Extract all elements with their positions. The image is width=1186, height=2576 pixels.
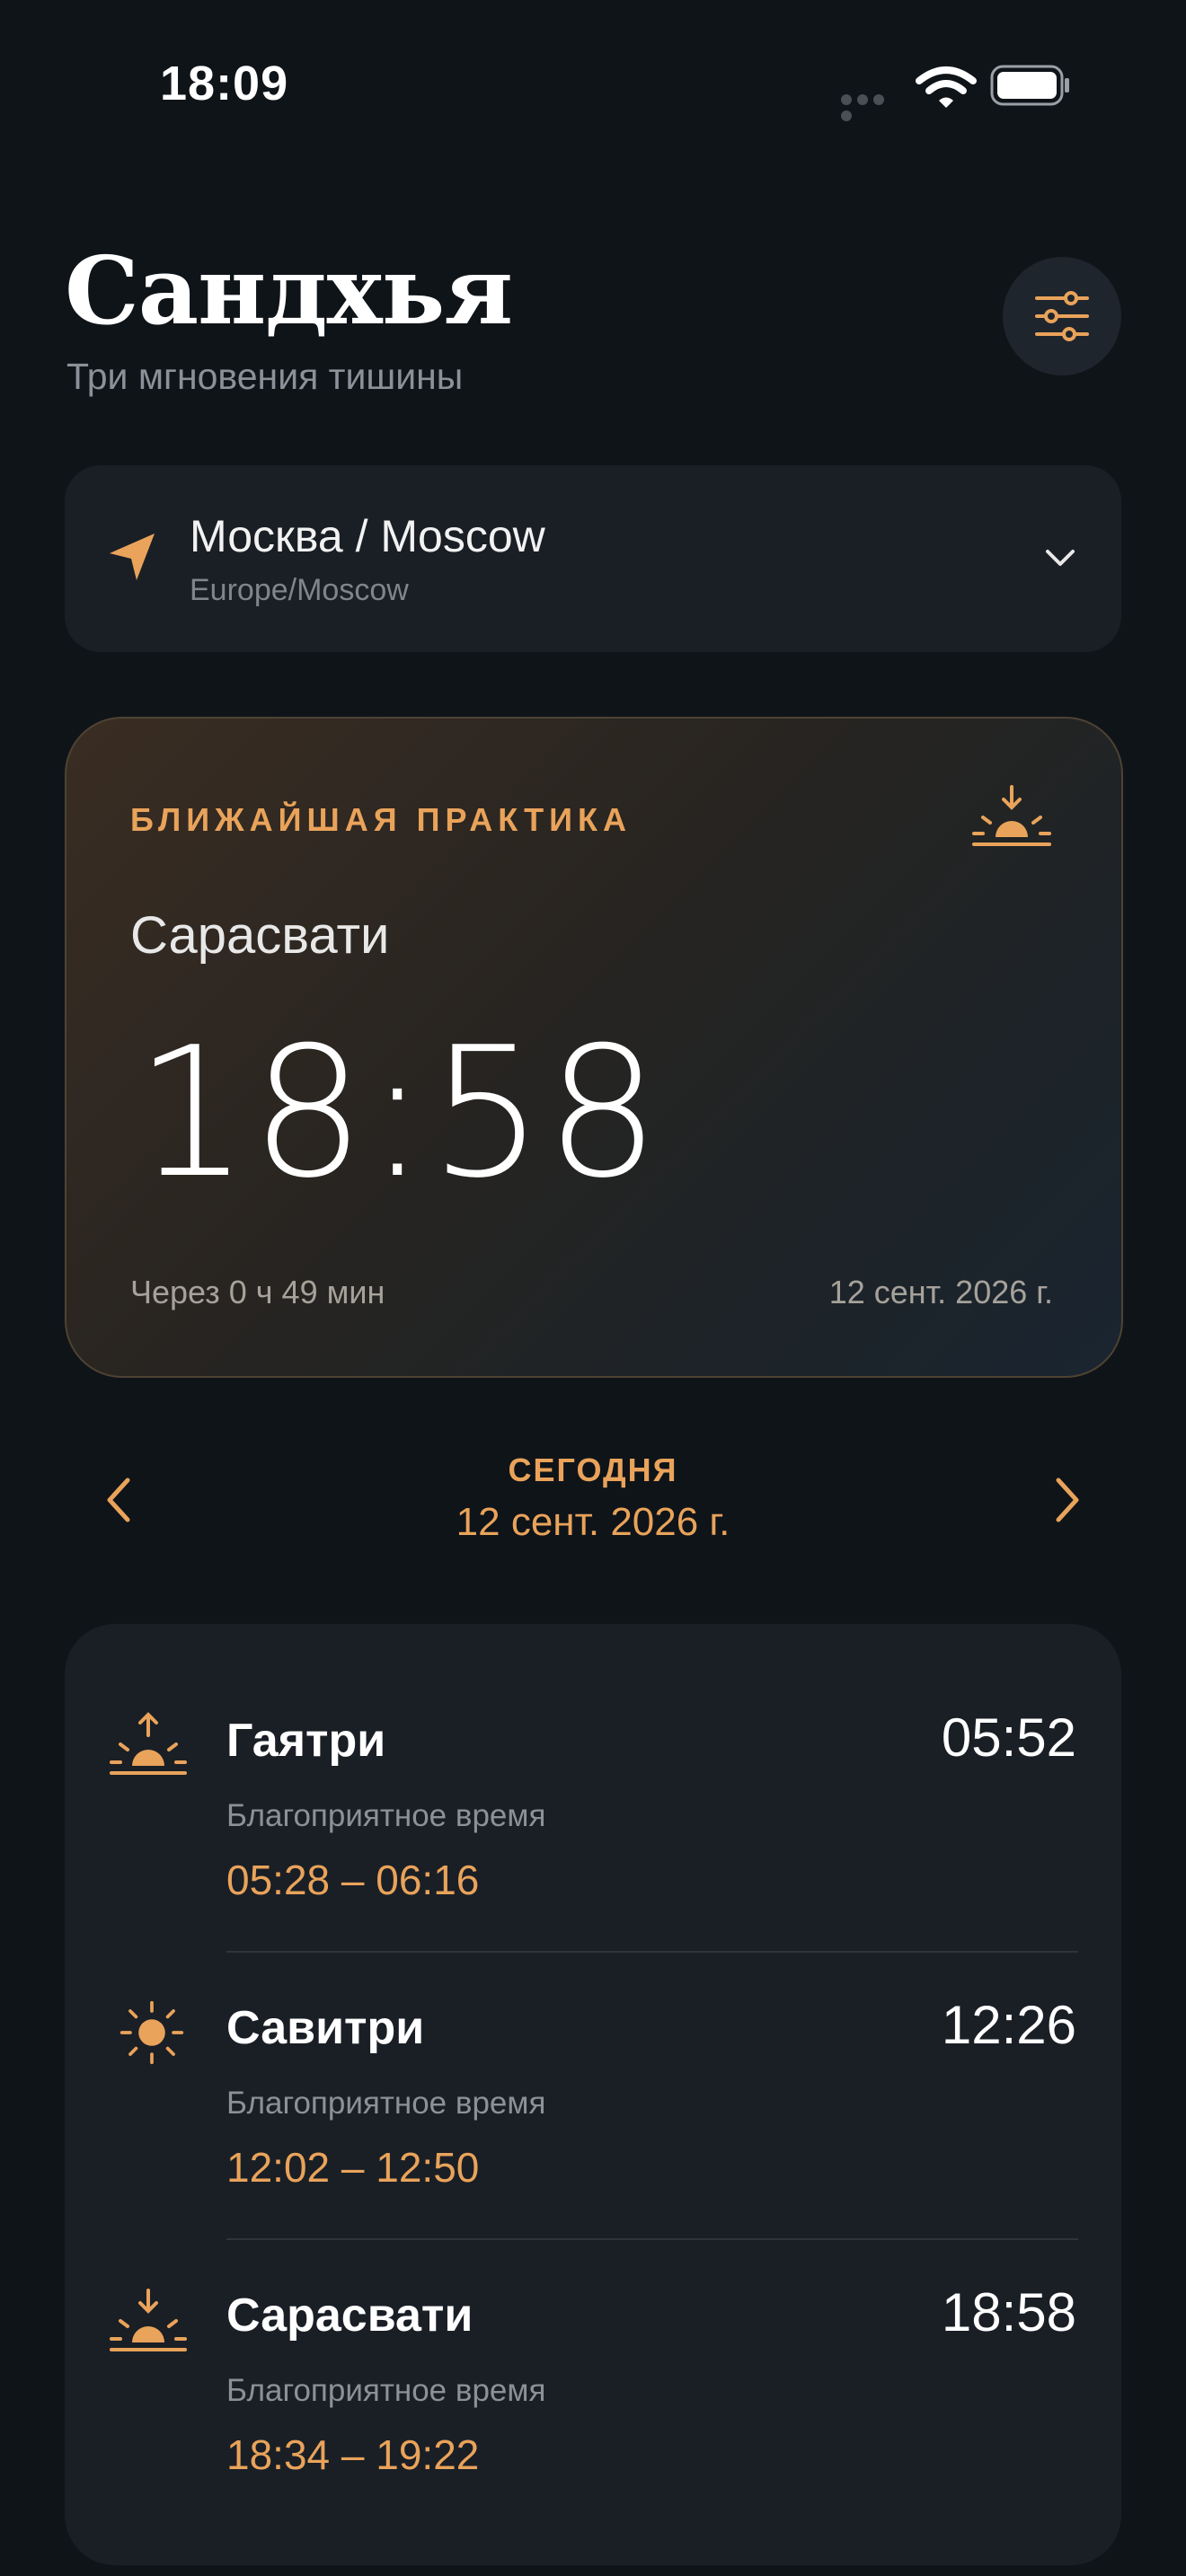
next-practice-time: 18:58 — [135, 1009, 662, 1218]
practice-name: Сарасвати — [226, 2289, 474, 2342]
sun-icon — [119, 2000, 184, 2065]
app-title: Сандхья — [65, 235, 513, 346]
practice-window: 18:34 – 19:22 — [226, 2431, 480, 2478]
sunrise-icon — [110, 1712, 187, 1775]
next-practice-label: БЛИЖАЙШАЯ ПРАКТИКА — [130, 801, 632, 838]
next-practice-remaining: Через 0 ч 49 мин — [130, 1274, 385, 1310]
practice-window: 05:28 – 06:16 — [226, 1857, 480, 1903]
divider — [226, 1951, 1078, 1953]
sunset-icon — [972, 785, 1051, 846]
practice-subtitle: Благоприятное время — [226, 2086, 546, 2121]
practice-subtitle: Благоприятное время — [226, 1798, 546, 1833]
practice-window: 12:02 – 12:50 — [226, 2144, 480, 2191]
date-nav-label: СЕГОДНЯ — [508, 1451, 678, 1488]
battery-icon — [990, 65, 1069, 106]
divider — [226, 2238, 1078, 2240]
settings-button[interactable] — [1003, 257, 1121, 375]
cellular-signal-icon — [841, 93, 902, 121]
practice-subtitle: Благоприятное время — [226, 2373, 546, 2408]
location-name: Москва / Moscow — [190, 511, 545, 561]
sunset-icon — [110, 2289, 187, 2351]
next-day-button[interactable] — [1049, 1473, 1085, 1527]
next-practice-date: 12 сент. 2026 г. — [828, 1274, 1053, 1310]
location-timezone: Europe/Moscow — [190, 573, 409, 607]
sliders-icon — [1035, 291, 1089, 341]
practice-name: Савитри — [226, 2002, 425, 2054]
practice-time: 05:52 — [941, 1707, 1076, 1768]
location-arrow-icon — [110, 534, 155, 580]
status-time: 18:09 — [160, 57, 289, 110]
practice-time: 18:58 — [941, 2282, 1076, 2342]
practice-name: Гаятри — [226, 1715, 386, 1767]
next-practice-name: Сарасвати — [130, 906, 390, 965]
chevron-down-icon[interactable] — [1042, 544, 1078, 571]
app-subtitle: Три мгновения тишины — [66, 356, 464, 397]
date-nav-date: 12 сент. 2026 г. — [456, 1500, 730, 1544]
practice-time: 12:26 — [941, 1995, 1076, 2055]
wifi-icon — [916, 66, 977, 108]
